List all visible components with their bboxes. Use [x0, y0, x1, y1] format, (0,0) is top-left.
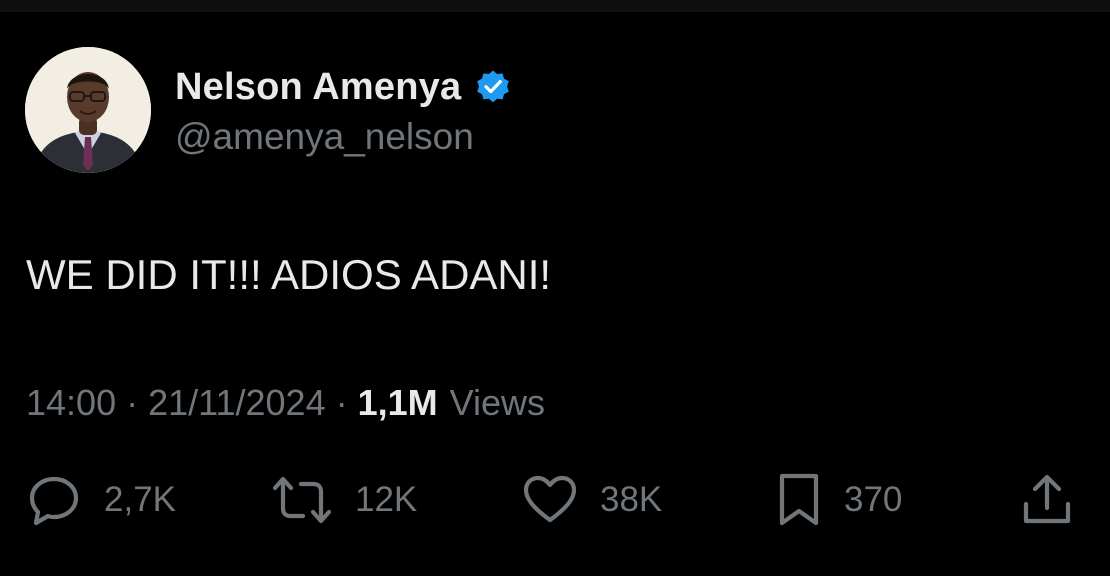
author-name-row[interactable]: Nelson Amenya — [175, 64, 511, 110]
reply-icon — [29, 476, 79, 526]
top-edge-bar — [0, 0, 1110, 12]
reply-count: 2,7K — [104, 480, 176, 519]
bookmark-button[interactable]: 370 — [776, 470, 902, 530]
tweet-time[interactable]: 14:00 — [26, 382, 116, 424]
repost-count: 12K — [355, 480, 418, 519]
share-icon — [1023, 474, 1071, 524]
avatar[interactable] — [25, 47, 151, 173]
repost-button[interactable]: 12K — [271, 470, 417, 530]
avatar-image — [25, 47, 151, 173]
like-count: 38K — [600, 480, 663, 519]
like-button[interactable]: 38K — [522, 470, 662, 530]
tweet-meta: 14:00 · 21/11/2024 · 1,1M Views — [26, 382, 545, 424]
meta-separator: · — [335, 382, 348, 423]
heart-icon — [523, 475, 577, 523]
bookmark-count: 370 — [844, 480, 903, 519]
repost-icon — [272, 476, 332, 524]
tweet-text: WE DID IT!!! ADIOS ADANI! — [26, 251, 552, 298]
bookmark-icon — [779, 473, 819, 526]
share-button[interactable] — [1020, 470, 1074, 530]
views-count[interactable]: 1,1M — [358, 382, 438, 424]
meta-separator: · — [126, 382, 139, 423]
tweet-date[interactable]: 21/11/2024 — [148, 382, 326, 424]
author-handle[interactable]: @amenya_nelson — [175, 116, 474, 158]
reply-button[interactable]: 2,7K — [26, 470, 176, 530]
verified-badge-icon[interactable] — [475, 69, 511, 105]
author-display-name[interactable]: Nelson Amenya — [175, 66, 461, 109]
tweet-action-bar: 2,7K 12K 38K 370 — [0, 470, 1110, 530]
views-label[interactable]: Views — [450, 382, 545, 424]
